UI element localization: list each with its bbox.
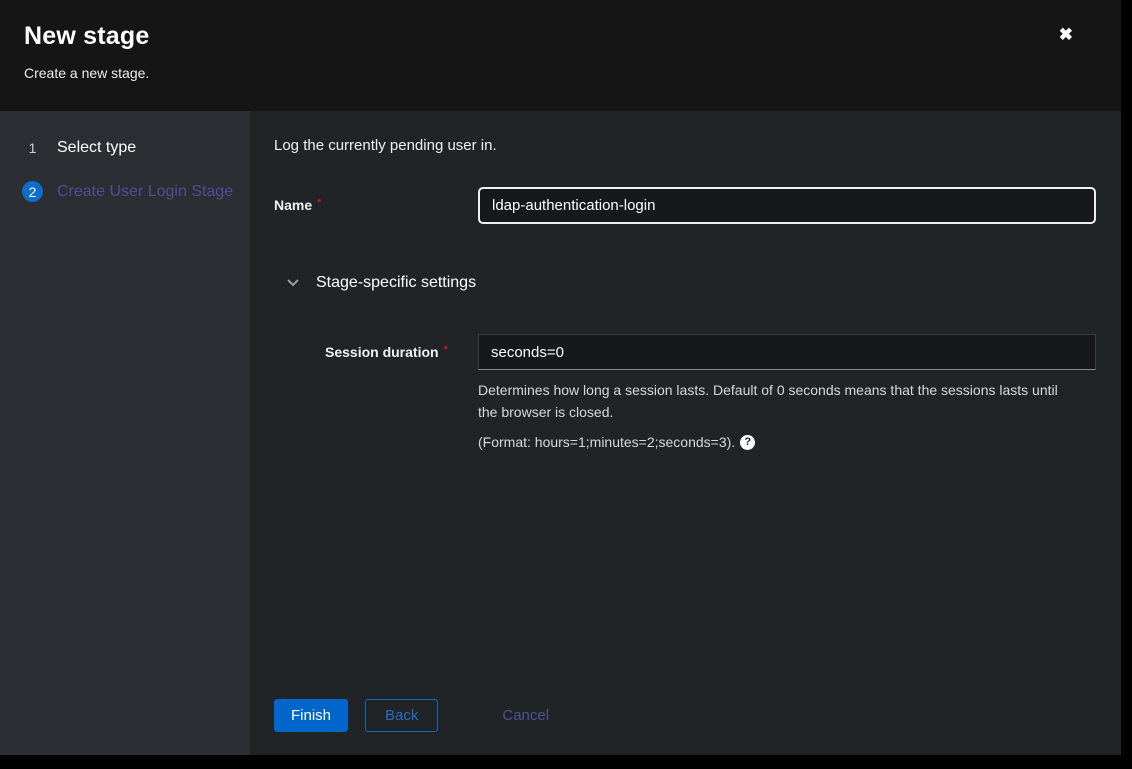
session-duration-form-row: Session duration* Determines how long a … bbox=[325, 334, 1097, 450]
close-icon[interactable]: ✖ bbox=[1055, 22, 1077, 47]
page-subtitle: Create a new stage. bbox=[24, 65, 1055, 81]
session-duration-label: Session duration* bbox=[325, 334, 478, 360]
page-title: New stage bbox=[24, 22, 1055, 51]
name-label: Name* bbox=[274, 187, 478, 213]
wizard-header: New stage Create a new stage. ✖ bbox=[0, 0, 1121, 111]
wizard-body: 1 Select type 2 Create User Login Stage … bbox=[0, 111, 1121, 755]
session-duration-format-hint: (Format: hours=1;minutes=2;seconds=3). ? bbox=[478, 434, 1096, 450]
stage-form: Log the currently pending user in. Name*… bbox=[250, 111, 1121, 699]
required-asterisk: * bbox=[444, 344, 448, 356]
new-stage-modal: New stage Create a new stage. ✖ 1 Select… bbox=[0, 0, 1121, 755]
back-button[interactable]: Back bbox=[365, 699, 438, 732]
wizard-main-panel: Log the currently pending user in. Name*… bbox=[250, 111, 1121, 755]
chevron-down-icon bbox=[286, 276, 300, 290]
help-circle-icon[interactable]: ? bbox=[740, 435, 755, 450]
session-duration-help-text: Determines how long a session lasts. Def… bbox=[478, 379, 1078, 423]
required-asterisk: * bbox=[317, 197, 321, 209]
step-label: Select type bbox=[57, 136, 136, 160]
stage-specific-settings-body: Session duration* Determines how long a … bbox=[325, 334, 1097, 450]
step-label: Create User Login Stage bbox=[57, 180, 233, 204]
step-number: 1 bbox=[22, 137, 43, 158]
wizard-footer: Finish Back Cancel bbox=[250, 699, 1121, 755]
name-form-row: Name* bbox=[274, 187, 1097, 224]
wizard-step-select-type[interactable]: 1 Select type bbox=[22, 136, 240, 160]
finish-button[interactable]: Finish bbox=[274, 699, 348, 732]
session-duration-input[interactable] bbox=[478, 334, 1096, 370]
stage-specific-settings-toggle[interactable]: Stage-specific settings bbox=[286, 274, 476, 292]
step-number: 2 bbox=[22, 181, 43, 202]
wizard-step-create-user-login-stage[interactable]: 2 Create User Login Stage bbox=[22, 180, 240, 204]
name-input[interactable] bbox=[478, 187, 1096, 224]
wizard-step-nav: 1 Select type 2 Create User Login Stage bbox=[0, 111, 250, 755]
group-title: Stage-specific settings bbox=[316, 274, 476, 292]
cancel-button[interactable]: Cancel bbox=[502, 707, 549, 724]
stage-description: Log the currently pending user in. bbox=[274, 137, 1097, 154]
